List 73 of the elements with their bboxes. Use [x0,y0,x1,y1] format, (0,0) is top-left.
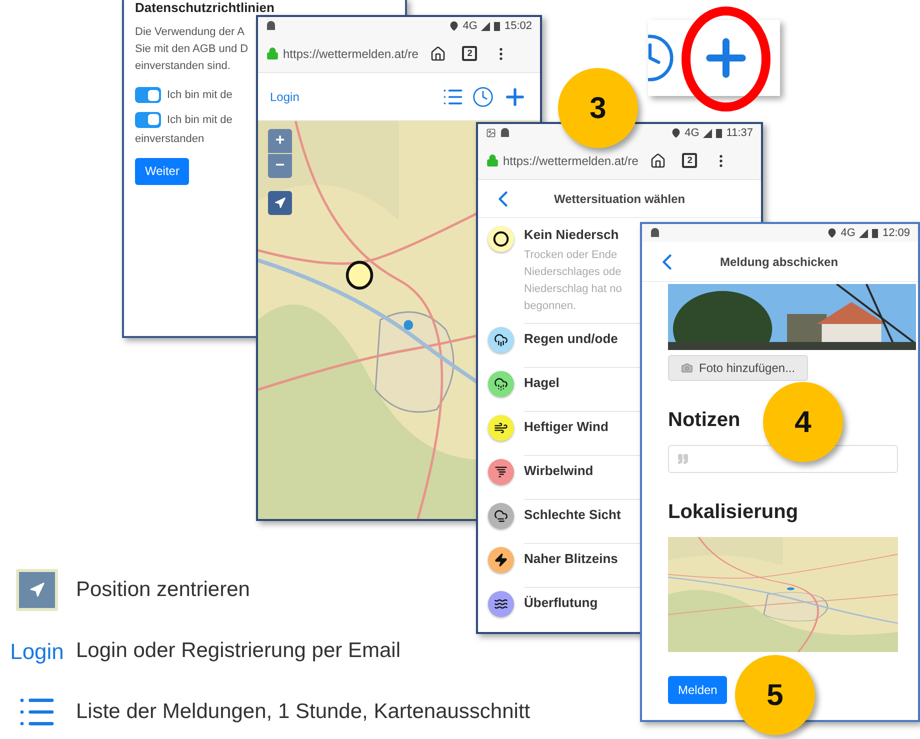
category-title[interactable]: Naher Blitzeins [524,550,644,568]
card-text: Die Verwendung der A [135,25,244,40]
time-label: 11:37 [726,126,753,141]
location-icon [670,128,681,138]
battery-icon [494,21,500,31]
image-icon [486,128,496,138]
fog-icon [494,509,508,523]
continue-button[interactable]: Weiter [135,158,190,184]
category-description: Niederschlages ode [524,265,622,280]
waves-icon [494,597,508,611]
location-heading: Lokalisierung [668,500,798,525]
toggle-switch[interactable] [135,112,161,128]
toggle-label: Ich bin mit de [167,88,232,103]
category-title[interactable]: Schlechte Sicht [524,506,644,524]
clock-icon[interactable] [472,86,494,108]
legend-text: Liste der Meldungen, 1 Stunde, Kartenausschnitt [76,699,530,726]
url-text[interactable]: https://wettermelden.at/re [503,152,638,170]
add-photo-button[interactable]: Foto hinzufügen... [668,355,808,381]
toggle-switch[interactable] [135,87,161,104]
camera-icon [681,362,693,374]
time-label: 12:09 [882,226,910,241]
category-title[interactable]: Regen und/ode [524,330,644,348]
login-link[interactable]: Login [270,88,300,106]
notes-heading: Notizen [668,408,740,433]
signal-icon [859,228,868,238]
signal-icon [703,128,712,138]
screen-title: Wettersituation wählen [554,190,686,208]
report-button[interactable]: Melden [668,676,728,704]
time-label: 15:02 [504,18,532,34]
lock-icon [266,47,279,60]
step-badge: 3 [558,68,638,148]
category-title[interactable]: Heftiger Wind [524,418,644,436]
category-title[interactable]: Kein Niedersch [524,226,644,244]
rain-cloud-icon [494,333,508,347]
lightning-icon [494,553,508,567]
battery-icon [716,128,722,138]
card-text: einverstanden sind. [135,59,230,74]
network-label: 4G [684,126,700,141]
card-text: Sie mit den AGB und D [135,42,248,57]
home-icon[interactable] [430,46,446,62]
zoom-in-button[interactable]: + [268,129,292,153]
category-title[interactable]: Wirbelwind [524,462,644,480]
toggle-label: Ich bin mit de [167,112,232,128]
category-title[interactable]: Hagel [524,374,644,392]
navigation-icon [274,197,286,209]
battery-icon [872,228,878,238]
signal-icon [481,22,490,30]
home-icon[interactable] [650,152,666,168]
location-icon [826,228,837,238]
hail-cloud-icon [494,377,508,391]
category-description: begonnen. [524,299,577,314]
zoom-out-button[interactable]: − [268,154,292,178]
locate-icon [16,569,58,611]
circle-icon [493,231,509,247]
wind-icon [494,421,508,435]
legend-text: Login oder Registrierung per Email [76,638,401,664]
location-icon [448,21,459,31]
tornado-icon [494,465,508,479]
card-text: einverstanden [135,132,204,147]
card-title: Datenschutzrichtlinien [135,0,276,15]
lock-icon [486,154,499,167]
network-label: 4G [462,18,478,34]
category-description: Niederschlag hat no [524,282,623,297]
url-text[interactable]: https://wettermelden.at/re [283,44,418,62]
tabs-button[interactable]: 2 [682,153,698,168]
category-title[interactable]: Überflutung [524,594,644,612]
network-label: 4G [840,226,856,241]
locate-button[interactable] [268,191,292,215]
quote-icon [677,453,689,465]
tabs-button[interactable]: 2 [462,46,478,61]
legend-text: Position zentrieren [76,577,250,604]
screen-title: Meldung abschicken [720,254,838,270]
category-description: Trocken oder Ende [524,248,618,263]
